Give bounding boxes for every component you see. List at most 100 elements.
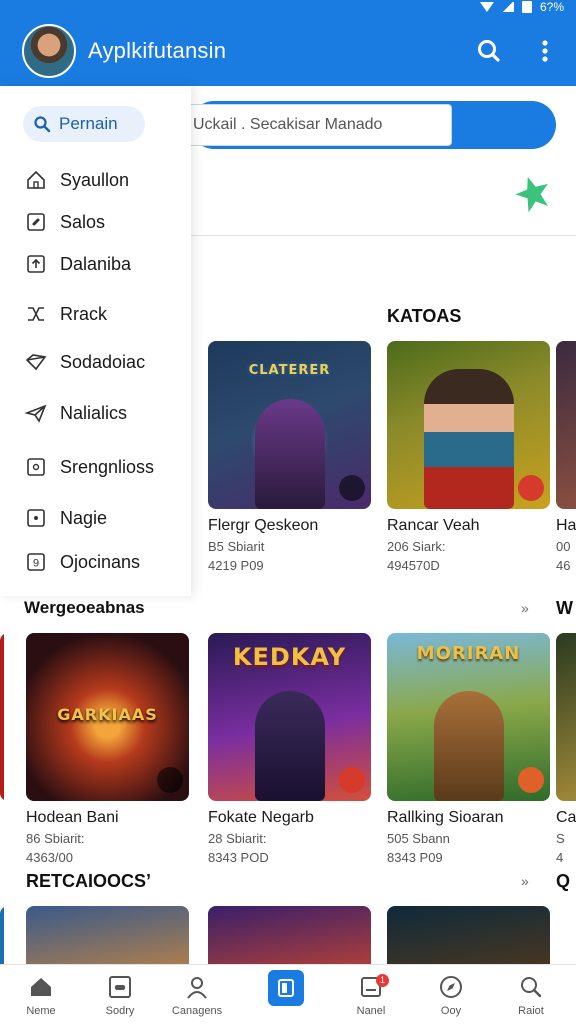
game-meta: 86 Sbiarit: (26, 831, 85, 846)
game-card[interactable]: GARKIAAS Hodean Bani 86 Sbiarit: 4363/00 (26, 633, 189, 865)
game-meta: 494570D (387, 558, 440, 573)
game-meta: S (556, 831, 565, 846)
number-9-icon: 9 (24, 550, 48, 574)
drawer-item-sodadoiac[interactable]: Sodadoiac (24, 350, 145, 374)
nav-label: Raiot (518, 1005, 544, 1017)
tablet-icon[interactable] (268, 970, 304, 1006)
game-meta: 505 Sbann (387, 831, 450, 846)
nav-item-canagens[interactable]: Canagens (162, 965, 232, 1024)
game-card[interactable]: CLATERER Flergr Qeskeon B5 Sbiarit 4219 … (208, 341, 371, 573)
notification-badge: 1 (376, 974, 389, 987)
game-thumbnail: MORIRAN (387, 633, 550, 801)
game-logo: MORIRAN (416, 643, 521, 664)
game-thumbnail: CLATERER (208, 341, 371, 509)
search-input[interactable]: Uckail . Secakisar Manado (190, 104, 452, 146)
drawer-item-label: Nagie (60, 507, 108, 528)
game-thumbnail (556, 341, 576, 509)
drawer-item-label: Nalialics (60, 402, 128, 423)
badge-icon (518, 767, 544, 793)
search-icon (517, 973, 545, 1001)
game-thumbnail (387, 341, 550, 509)
game-card[interactable]: Rancar Veah 206 Siark: 494570D (387, 341, 550, 573)
upload-icon (24, 252, 48, 276)
badge-icon (339, 475, 365, 501)
character-figure (433, 691, 504, 801)
character-figure (254, 691, 325, 801)
user-icon (183, 973, 211, 1001)
drawer-search-label: Pernain (59, 114, 118, 133)
compass-icon (437, 973, 465, 1001)
avatar[interactable] (22, 24, 76, 78)
game-thumbnail (556, 633, 576, 801)
game-card[interactable]: KEDKAY Fokate Negarb 28 Sbiarit: 8343 PO… (208, 633, 371, 865)
nav-label: Neme (26, 1005, 56, 1017)
game-title: Flergr Qeskeon (208, 517, 319, 534)
drawer-item-srengnlioss[interactable]: Srengnlioss (24, 455, 154, 479)
nav-label: Nanel (356, 1005, 386, 1017)
diamond-icon (24, 350, 48, 374)
search-icon[interactable] (474, 36, 504, 66)
game-title: Rancar Veah (387, 517, 480, 534)
nav-item-neme[interactable]: Neme (6, 965, 76, 1024)
game-title: Ca (556, 809, 576, 826)
game-thumbnail: KEDKAY (208, 633, 371, 801)
drawer-item-salos[interactable]: Salos (24, 210, 105, 234)
square-dot-icon (24, 506, 48, 530)
see-more-button[interactable]: » (521, 873, 529, 889)
section-title-partial: Q (556, 871, 571, 891)
game-meta: 28 Sbiarit: (208, 831, 267, 846)
game-logo: GARKIAAS (57, 705, 158, 724)
drawer-item-label: Rrack (60, 303, 108, 324)
star-icon[interactable] (512, 172, 555, 215)
game-meta: 46 (556, 558, 571, 573)
game-meta: 4219 P09 (208, 558, 264, 573)
home-icon (24, 168, 48, 192)
drawer-item-label: Srengnlioss (60, 456, 155, 477)
drawer-section-title: Wergeoeabnas (24, 598, 145, 617)
drawer-item-syaullon[interactable]: Syaullon (24, 168, 129, 192)
game-logo: KEDKAY (232, 643, 347, 671)
game-logo: CLATERER (248, 363, 331, 378)
nav-item-sodry[interactable]: Sodry (85, 965, 155, 1024)
drawer-item-label: Syaullon (60, 169, 130, 190)
battery-icon (521, 1, 532, 13)
badge-icon (339, 767, 365, 793)
more-vert-icon[interactable] (530, 36, 560, 66)
drawer-item-dalaniba[interactable]: Dalaniba (24, 252, 131, 276)
badge-icon (518, 475, 544, 501)
drawer-item-label: Salos (60, 211, 106, 232)
drawer-item-label: Dalaniba (60, 253, 132, 274)
game-meta: 8343 P09 (387, 850, 443, 865)
game-card[interactable]: MORIRAN Rallking Sioaran 505 Sbann 8343 … (387, 633, 550, 865)
section-title-retcaioocs: RETCAIOOCS’ (26, 871, 152, 891)
nav-label: Canagens (171, 1005, 223, 1017)
see-more-button[interactable]: » (521, 600, 529, 616)
drawer-item-ojocinans[interactable]: 9 Ojocinans (24, 550, 140, 574)
shuffle-icon (24, 302, 48, 326)
status-bar: 6?% (479, 0, 564, 14)
game-meta: 4 (556, 850, 564, 865)
navigation-drawer: Pernain Syaullon Salos Dalaniba Rrack So… (0, 86, 191, 617)
nav-item-nanel[interactable]: Nanel (336, 965, 406, 1024)
game-thumbnail: GARKIAAS (26, 633, 189, 801)
drawer-item-rrack[interactable]: Rrack (24, 302, 107, 326)
character-figure (423, 369, 514, 509)
game-card[interactable]: Ha 00 46 (556, 341, 576, 573)
drawer-search-button[interactable]: Pernain (23, 106, 145, 142)
nav-item-ooy[interactable]: Ooy (416, 965, 486, 1024)
section-title-katoas: KATOAS (387, 306, 462, 326)
divider (190, 235, 576, 236)
main-search-bar[interactable]: Uckail . Secakisar Manado (190, 101, 556, 149)
wifi-icon (479, 2, 494, 12)
game-card[interactable]: Ca S 4 (556, 633, 576, 865)
game-card-partial[interactable] (0, 633, 4, 801)
drawer-item-nagie[interactable]: Nagie (24, 506, 107, 530)
drawer-item-label: Ojocinans (60, 551, 141, 572)
square-icon (24, 455, 48, 479)
game-title: Fokate Negarb (208, 809, 314, 826)
drawer-item-nalialics[interactable]: Nalialics (24, 401, 127, 425)
app-title: Ayplkifutansin (88, 38, 227, 63)
nav-label: Ooy (440, 1005, 462, 1017)
nav-item-raiot[interactable]: Raiot (496, 965, 566, 1024)
search-icon (34, 116, 51, 133)
